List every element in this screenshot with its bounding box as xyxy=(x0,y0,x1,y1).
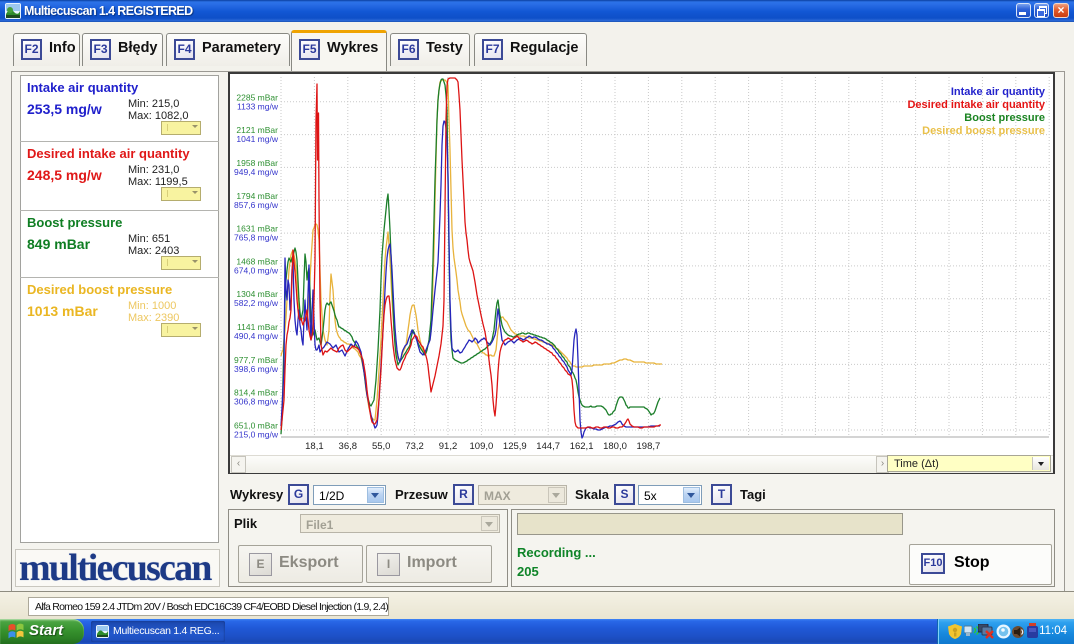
svg-text:162,1: 162,1 xyxy=(570,441,594,452)
svg-text:215,0 mg/w: 215,0 mg/w xyxy=(234,430,279,440)
svg-text:125,9: 125,9 xyxy=(503,441,527,452)
svg-text:1133 mg/w: 1133 mg/w xyxy=(237,101,279,111)
svg-text:198,7: 198,7 xyxy=(637,441,661,452)
svg-text:109,0: 109,0 xyxy=(470,441,494,452)
svg-text:Desired boost pressure: Desired boost pressure xyxy=(922,125,1045,137)
svg-text:55,0: 55,0 xyxy=(372,441,391,452)
svg-text:857,6 mg/w: 857,6 mg/w xyxy=(234,200,279,210)
svg-text:Boost pressure: Boost pressure xyxy=(964,112,1045,124)
svg-text:765,8 mg/w: 765,8 mg/w xyxy=(234,233,279,243)
svg-text:Desired intake air quantity: Desired intake air quantity xyxy=(907,99,1045,111)
svg-text:674,0 mg/w: 674,0 mg/w xyxy=(234,265,279,275)
svg-text:949,4 mg/w: 949,4 mg/w xyxy=(234,167,279,177)
svg-text:91,2: 91,2 xyxy=(439,441,458,452)
svg-text:582,2 mg/w: 582,2 mg/w xyxy=(234,298,279,308)
svg-text:490,4 mg/w: 490,4 mg/w xyxy=(234,331,279,341)
svg-text:180,0: 180,0 xyxy=(603,441,627,452)
svg-text:398,6 mg/w: 398,6 mg/w xyxy=(234,364,279,374)
svg-text:18,1: 18,1 xyxy=(305,441,324,452)
svg-text:Intake air quantity: Intake air quantity xyxy=(951,86,1046,98)
svg-text:1041 mg/w: 1041 mg/w xyxy=(236,134,278,144)
svg-text:36,8: 36,8 xyxy=(339,441,358,452)
svg-text:73,2: 73,2 xyxy=(405,441,424,452)
svg-text:306,8 mg/w: 306,8 mg/w xyxy=(234,397,279,407)
svg-text:144,7: 144,7 xyxy=(536,441,560,452)
